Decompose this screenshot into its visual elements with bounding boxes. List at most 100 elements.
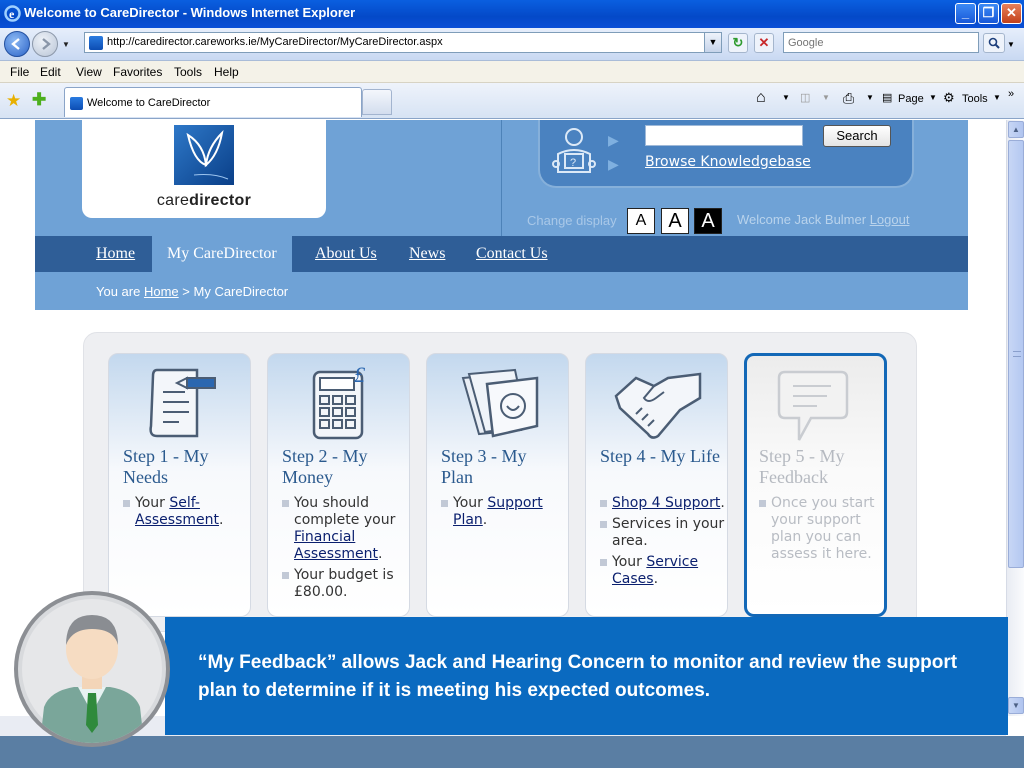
address-dropdown-icon[interactable]: ▼ xyxy=(704,33,721,52)
step-items: Once you start your support plan you can… xyxy=(759,495,885,567)
stop-button[interactable]: ✕ xyxy=(754,33,774,53)
item-text-end: . xyxy=(377,546,383,562)
print-dropdown-icon[interactable]: ▼ xyxy=(866,93,874,102)
font-size-small-button[interactable]: A xyxy=(627,208,655,234)
folder-icon xyxy=(461,368,539,438)
menu-edit[interactable]: Edit xyxy=(40,65,61,79)
menu-help[interactable]: Help xyxy=(214,65,239,79)
favorites-star-icon[interactable]: ★ xyxy=(6,91,21,111)
logo[interactable]: caredirector xyxy=(82,120,326,218)
item-text-end: . xyxy=(218,512,224,528)
nav-about-us[interactable]: About Us xyxy=(315,236,377,272)
close-button[interactable]: ✕ xyxy=(1001,3,1022,24)
chevron-more-icon[interactable]: » xyxy=(1008,88,1014,100)
tools-menu-button[interactable]: Tools xyxy=(962,93,988,105)
tab-label: Welcome to CareDirector xyxy=(87,97,211,109)
print-icon[interactable]: ⎙ xyxy=(843,90,854,107)
change-display-label: Change display xyxy=(527,213,617,228)
home-dropdown-icon[interactable]: ▼ xyxy=(782,93,790,102)
list-item: Your Support Plan. xyxy=(441,495,567,529)
tools-dropdown-icon[interactable]: ▼ xyxy=(993,93,1001,102)
feeds-icon[interactable]: ◫ xyxy=(800,91,810,104)
svg-text:£: £ xyxy=(354,364,366,387)
home-icon[interactable]: ⌂ xyxy=(756,89,766,107)
ie-logo-icon: e xyxy=(4,5,21,22)
list-item: You should complete your Financial Asses… xyxy=(282,495,408,563)
logo-text: caredirector xyxy=(82,192,326,210)
list-item: Shop 4 Support. xyxy=(600,495,726,512)
arrow-right-icon: ▶ ▶ xyxy=(608,132,619,172)
item-text-end: . xyxy=(482,512,488,528)
breadcrumb-trail: You are Home > My CareDirector xyxy=(96,284,288,299)
step-card-life[interactable]: Step 4 - My Life Shop 4 Support. Service… xyxy=(585,353,728,617)
page-dropdown-icon[interactable]: ▼ xyxy=(929,93,937,102)
step-items: Your Support Plan. xyxy=(441,495,567,533)
browse-knowledgebase-link[interactable]: Browse Knowledgebase xyxy=(645,154,811,170)
nav-news[interactable]: News xyxy=(409,236,445,272)
step-card-needs[interactable]: Step 1 - My Needs Your Self-Assessment. xyxy=(108,353,251,617)
feedback-text: Once you start your support plan you can… xyxy=(771,495,875,562)
address-toolbar: ▼ http://caredirector.careworks.ie/MyCar… xyxy=(0,28,1024,61)
nav-my-caredirector[interactable]: My CareDirector xyxy=(152,236,292,272)
step-title: Step 1 - My Needs xyxy=(123,446,209,487)
logout-link[interactable]: Logout xyxy=(870,212,910,227)
main-nav: Home My CareDirector About Us News Conta… xyxy=(35,236,968,272)
nav-contact-us[interactable]: Contact Us xyxy=(476,236,548,272)
search-button[interactable]: Search xyxy=(823,125,891,147)
step-card-plan[interactable]: Step 3 - My Plan Your Support Plan. xyxy=(426,353,569,617)
page-menu-icon: ▤ xyxy=(882,92,893,104)
feeds-dropdown-icon[interactable]: ▼ xyxy=(822,93,830,102)
welcome-message: Welcome Jack Bulmer Logout xyxy=(737,212,909,227)
menu-file[interactable]: File xyxy=(10,65,29,79)
new-tab-button[interactable] xyxy=(362,89,392,115)
address-bar[interactable]: http://caredirector.careworks.ie/MyCareD… xyxy=(84,32,722,53)
breadcrumb: You are Home > My CareDirector xyxy=(35,272,968,310)
document-pen-icon xyxy=(149,368,216,438)
item-text-end: . xyxy=(653,571,659,587)
tab-page-icon xyxy=(70,97,83,110)
svg-text:?: ? xyxy=(570,157,576,169)
search-dropdown-icon[interactable]: ▼ xyxy=(1007,40,1015,49)
steps-panel: Step 1 - My Needs Your Self-Assessment. … xyxy=(83,332,917,632)
financial-assessment-link[interactable]: Financial Assessment xyxy=(294,529,378,562)
breadcrumb-separator: > xyxy=(182,284,190,299)
item-text: Your xyxy=(453,495,488,511)
history-dropdown-icon[interactable]: ▼ xyxy=(62,40,70,49)
knowledgebase-search-input[interactable] xyxy=(645,125,803,146)
item-text-end: . xyxy=(720,495,725,511)
scroll-thumb[interactable] xyxy=(1008,140,1024,568)
forward-arrow-icon xyxy=(42,38,51,50)
window-title: Welcome to CareDirector - Windows Intern… xyxy=(24,5,356,20)
refresh-button[interactable]: ↻ xyxy=(728,33,748,53)
services-text: Services in your area. xyxy=(612,516,725,549)
step-card-feedback[interactable]: Step 5 - My Feedback Once you start your… xyxy=(744,353,887,617)
search-go-button[interactable] xyxy=(983,33,1005,53)
menu-favorites[interactable]: Favorites xyxy=(113,65,162,79)
page-menu-button[interactable]: Page xyxy=(898,93,924,105)
forward-button[interactable] xyxy=(32,31,58,57)
list-item: Once you start your support plan you can… xyxy=(759,495,885,563)
back-button[interactable] xyxy=(4,31,30,57)
welcome-text: Welcome Jack Bulmer xyxy=(737,212,867,227)
font-size-medium-button[interactable]: A xyxy=(661,208,689,234)
vertical-scrollbar[interactable]: ▲ ▼ xyxy=(1006,120,1024,716)
tab-caredirector[interactable]: Welcome to CareDirector xyxy=(64,87,362,117)
title-bar: e Welcome to CareDirector - Windows Inte… xyxy=(0,0,1024,28)
scroll-down-icon[interactable]: ▼ xyxy=(1008,697,1024,714)
nav-home[interactable]: Home xyxy=(96,236,135,272)
font-size-large-button[interactable]: A xyxy=(694,208,722,234)
minimize-button[interactable]: _ xyxy=(955,3,976,24)
maximize-button[interactable]: ❐ xyxy=(978,3,999,24)
breadcrumb-home-link[interactable]: Home xyxy=(144,284,179,299)
list-item: Your Self-Assessment. xyxy=(123,495,249,529)
browser-search-box[interactable] xyxy=(783,32,979,53)
add-favorites-icon[interactable]: ✚ xyxy=(32,90,46,110)
item-text: Your xyxy=(135,495,170,511)
shop-4-support-link[interactable]: Shop 4 Support xyxy=(612,495,720,511)
step-title: Step 3 - My Plan xyxy=(441,446,527,487)
browser-search-input[interactable] xyxy=(784,33,978,52)
menu-view[interactable]: View xyxy=(76,65,102,79)
scroll-up-icon[interactable]: ▲ xyxy=(1008,121,1024,138)
step-card-money[interactable]: £ Step 2 - My Money You should complete … xyxy=(267,353,410,617)
menu-tools[interactable]: Tools xyxy=(174,65,202,79)
